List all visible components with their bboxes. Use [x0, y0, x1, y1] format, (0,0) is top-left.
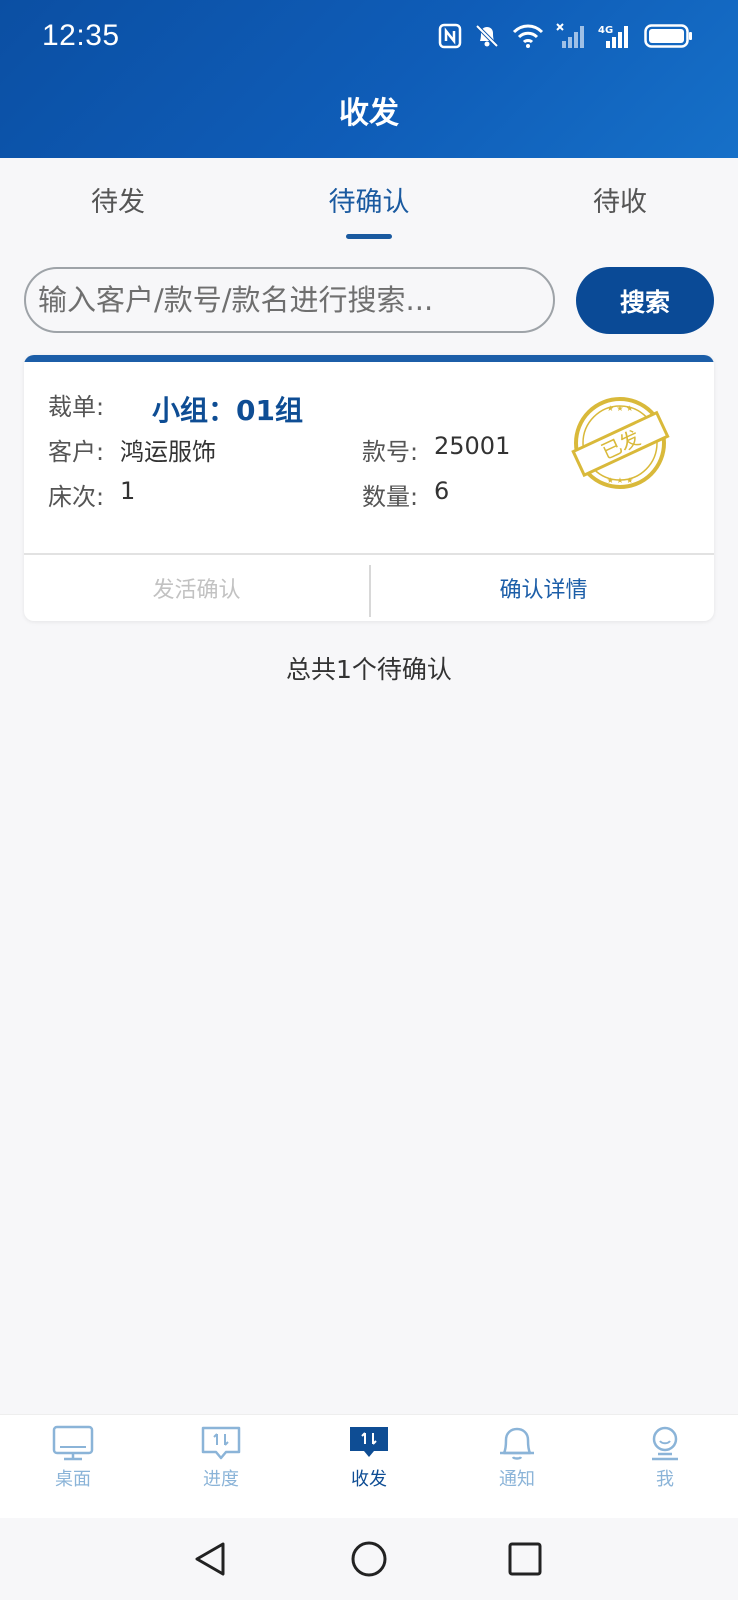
- status-time: 12:35: [42, 19, 120, 52]
- desktop-icon: [52, 1425, 94, 1461]
- search-input[interactable]: [24, 267, 555, 333]
- style-value: 25001: [434, 432, 511, 460]
- card-accent-bar: [24, 355, 714, 362]
- system-nav-bar: [0, 1518, 738, 1600]
- back-triangle-icon: [195, 1542, 225, 1576]
- tab-pending-confirm[interactable]: 待确认: [269, 180, 469, 219]
- shipped-stamp-icon: ★ ★ ★ ★ ★ ★ 已发: [571, 397, 670, 489]
- nav-notify[interactable]: 通知: [457, 1425, 577, 1511]
- recents-button[interactable]: [500, 1534, 550, 1584]
- nav-progress[interactable]: 进度: [161, 1425, 281, 1511]
- nav-notify-label: 通知: [499, 1469, 535, 1490]
- battery-icon: [644, 23, 694, 49]
- active-tab-indicator: [346, 234, 392, 239]
- app-header: 12:35 4G 收发: [0, 0, 738, 158]
- qty-label: 数量:: [362, 483, 419, 511]
- bed-label: 床次:: [48, 483, 105, 511]
- style-label: 款号:: [362, 438, 419, 466]
- progress-icon: [201, 1426, 241, 1460]
- status-icons: 4G: [438, 23, 694, 49]
- tab-pending-receive[interactable]: 待收: [520, 180, 720, 219]
- group-value: 小组：01组: [152, 394, 303, 427]
- bell-icon: [500, 1427, 534, 1460]
- customer-label: 客户:: [48, 438, 105, 466]
- back-button[interactable]: [186, 1534, 236, 1584]
- nav-progress-label: 进度: [203, 1469, 239, 1490]
- search-button[interactable]: 搜索: [576, 267, 714, 334]
- tab-bar: 待发 待确认 待收: [0, 158, 738, 248]
- bottom-nav: 桌面 进度 收发 通知 我: [0, 1414, 738, 1518]
- nav-me-label: 我: [656, 1469, 674, 1490]
- profile-icon: [652, 1426, 678, 1461]
- svg-text:★ ★ ★: ★ ★ ★: [607, 476, 634, 485]
- order-card: 裁单: 小组：01组 客户: 鸿运服饰 款号: 25001 床次: 1 数量: …: [24, 355, 714, 621]
- nav-transfer[interactable]: 收发: [309, 1425, 429, 1511]
- nav-desktop[interactable]: 桌面: [13, 1425, 133, 1511]
- nfc-icon: [438, 23, 462, 49]
- transfer-icon: [350, 1427, 388, 1457]
- qty-value: 6: [434, 477, 450, 505]
- confirm-details-button[interactable]: 确认详情: [371, 555, 714, 621]
- dispatch-confirm-button[interactable]: 发活确认: [24, 555, 369, 621]
- page-title: 收发: [339, 96, 399, 131]
- signal-4g-icon: 4G: [598, 23, 632, 49]
- customer-value: 鸿运服饰: [120, 438, 216, 466]
- total-count: 总共1个待确认: [286, 655, 452, 684]
- mute-bell-icon: [474, 23, 500, 49]
- bed-value: 1: [120, 477, 136, 505]
- network-label: 4G: [598, 25, 613, 36]
- order-label: 裁单:: [48, 393, 105, 421]
- home-circle-icon: [351, 1541, 387, 1577]
- nav-desktop-label: 桌面: [55, 1469, 91, 1490]
- status-bar: 12:35 4G: [0, 0, 738, 72]
- recents-square-icon: [508, 1542, 542, 1576]
- nav-me[interactable]: 我: [605, 1425, 725, 1511]
- nav-transfer-label: 收发: [351, 1469, 387, 1490]
- tab-pending-send[interactable]: 待发: [18, 180, 218, 219]
- signal-off-icon: [556, 23, 586, 49]
- wifi-icon: [512, 23, 544, 49]
- home-button[interactable]: [344, 1534, 394, 1584]
- svg-text:★ ★ ★: ★ ★ ★: [607, 404, 634, 413]
